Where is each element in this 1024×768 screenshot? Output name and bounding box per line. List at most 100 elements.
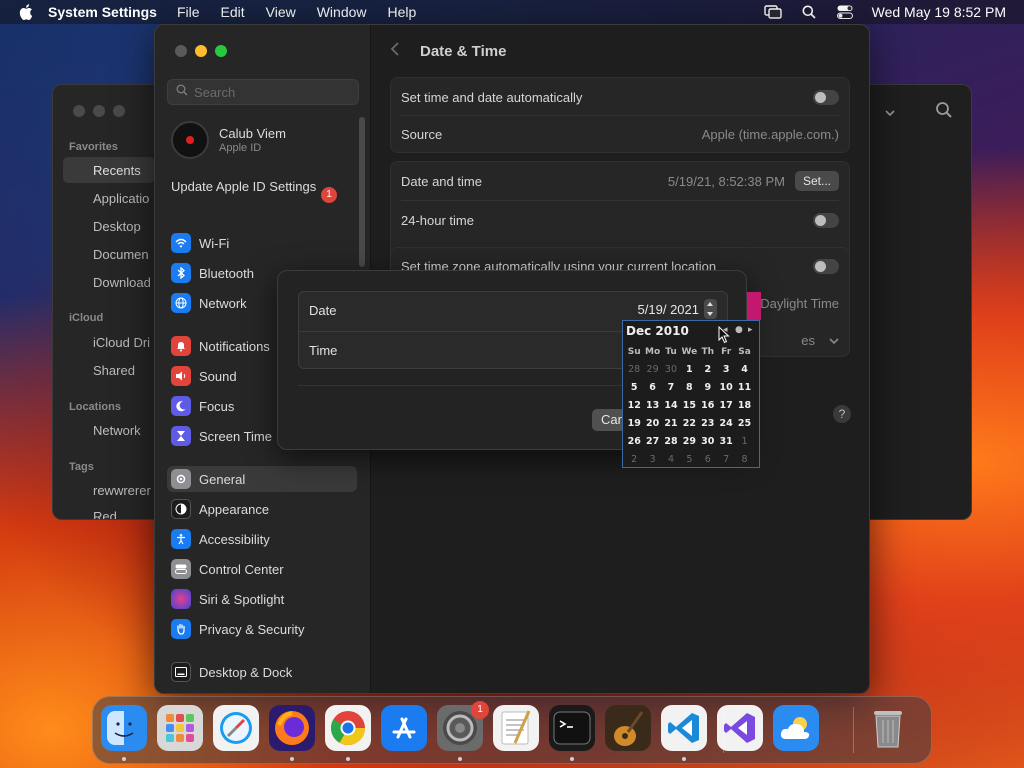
sidebar-item-wifi[interactable]: Wi-Fi — [167, 230, 357, 256]
finder-search-icon[interactable] — [935, 101, 953, 124]
calendar-day[interactable]: 4 — [662, 451, 680, 469]
calendar-day[interactable]: 11 — [735, 379, 753, 397]
finder-tag-red[interactable]: Red — [93, 509, 117, 519]
date-stepper[interactable] — [704, 299, 717, 319]
system-settings-icon[interactable]: 1 — [437, 701, 489, 751]
menu-help[interactable]: Help — [388, 4, 417, 20]
calendar-day[interactable]: 21 — [662, 415, 680, 433]
menu-clock[interactable]: Wed May 19 8:52 PM — [872, 4, 1006, 20]
calendar-day[interactable]: 13 — [643, 397, 661, 415]
menu-view[interactable]: View — [266, 4, 296, 20]
sidebar-item-general[interactable]: General — [167, 466, 357, 492]
menu-file[interactable]: File — [177, 4, 200, 20]
finder-item-shared[interactable]: Shared — [93, 363, 135, 378]
safari-icon[interactable] — [213, 705, 259, 751]
calendar-day[interactable]: 10 — [717, 379, 735, 397]
launchpad-icon[interactable] — [157, 705, 203, 751]
menu-app-name[interactable]: System Settings — [48, 4, 157, 20]
spotlight-search-icon[interactable] — [800, 4, 818, 20]
calendar-day[interactable]: 1 — [735, 433, 753, 451]
calendar-day[interactable]: 5 — [680, 451, 698, 469]
auto-timezone-toggle[interactable] — [813, 258, 839, 274]
vscode-icon[interactable] — [661, 705, 707, 751]
settings-search[interactable] — [167, 79, 359, 105]
firefox-icon[interactable] — [269, 705, 315, 751]
calendar-day[interactable]: 8 — [680, 379, 698, 397]
finder-tag-item[interactable]: rewwrerer — [93, 483, 151, 498]
garageband-icon[interactable] — [605, 705, 651, 751]
menu-window[interactable]: Window — [317, 4, 367, 20]
calendar-day[interactable]: 31 — [717, 433, 735, 451]
calendar-day[interactable]: 25 — [735, 415, 753, 433]
calendar-day[interactable]: 24 — [717, 415, 735, 433]
apple-menu-icon[interactable] — [18, 4, 34, 20]
date-field[interactable]: 5/19/ 2021 — [638, 302, 699, 317]
chevron-down-icon[interactable] — [829, 333, 839, 348]
calendar-day[interactable]: 5 — [625, 379, 643, 397]
finder-item-downloads[interactable]: Download — [93, 275, 151, 290]
sidebar-item-accessibility[interactable]: Accessibility — [167, 526, 357, 552]
set-button[interactable]: Set... — [794, 171, 839, 191]
calendar-day[interactable]: 3 — [643, 451, 661, 469]
back-chevron-icon[interactable] — [390, 41, 406, 61]
control-center-icon[interactable] — [836, 4, 854, 20]
finder-chevron-icon[interactable] — [885, 104, 895, 122]
finder-item-documents[interactable]: Documen — [93, 247, 149, 262]
calendar-day[interactable]: 12 — [625, 397, 643, 415]
calendar-day[interactable]: 23 — [699, 415, 717, 433]
calendar-day[interactable]: 27 — [643, 433, 661, 451]
calendar-day[interactable]: 16 — [699, 397, 717, 415]
finder-item-applications[interactable]: Applicatio — [93, 191, 149, 206]
calendar-day[interactable]: 6 — [699, 451, 717, 469]
calendar-day[interactable]: 30 — [699, 433, 717, 451]
sidebar-item-privacy-security[interactable]: Privacy & Security — [167, 616, 357, 642]
calendar-today-icon[interactable]: ● — [735, 325, 743, 335]
calendar-day[interactable]: 14 — [662, 397, 680, 415]
terminal-icon[interactable] — [549, 705, 595, 751]
settings-zoom-button[interactable] — [215, 45, 227, 57]
sidebar-item-siri-spotlight[interactable]: Siri & Spotlight — [167, 586, 357, 612]
finder-minimize-button[interactable] — [93, 105, 105, 117]
calendar-day[interactable]: 18 — [735, 397, 753, 415]
calendar-day[interactable]: 22 — [680, 415, 698, 433]
calendar-day[interactable]: 7 — [662, 379, 680, 397]
calendar-day[interactable]: 28 — [625, 361, 643, 379]
calendar-day[interactable]: 19 — [625, 415, 643, 433]
sidebar-scrollbar[interactable] — [359, 117, 365, 267]
finder-item-recents[interactable]: Recents — [93, 163, 141, 178]
search-input[interactable] — [194, 84, 354, 100]
calendar-day[interactable]: 17 — [717, 397, 735, 415]
24-hour-toggle[interactable] — [813, 212, 839, 228]
calendar-day[interactable]: 2 — [625, 451, 643, 469]
calendar-day[interactable]: 29 — [680, 433, 698, 451]
calendar-day[interactable]: 29 — [643, 361, 661, 379]
calendar-day[interactable]: 3 — [717, 361, 735, 379]
chrome-icon[interactable] — [325, 705, 371, 751]
finder-zoom-button[interactable] — [113, 105, 125, 117]
settings-close-button[interactable] — [175, 45, 187, 57]
apple-id-account[interactable]: Calub Viem Apple ID — [171, 121, 286, 159]
calendar-day[interactable]: 20 — [643, 415, 661, 433]
calendar-day[interactable]: 6 — [643, 379, 661, 397]
app-store-icon[interactable] — [381, 705, 427, 751]
finder-item-network[interactable]: Network — [93, 423, 141, 438]
weather-icon[interactable] — [773, 705, 819, 751]
calendar-day[interactable]: 28 — [662, 433, 680, 451]
trash-icon[interactable] — [865, 705, 911, 751]
calendar-day[interactable]: 8 — [735, 451, 753, 469]
calendar-day[interactable]: 4 — [735, 361, 753, 379]
settings-minimize-button[interactable] — [195, 45, 207, 57]
help-button[interactable]: ? — [833, 405, 851, 423]
auto-time-toggle[interactable] — [813, 89, 839, 105]
sidebar-item-control-center[interactable]: Control Center — [167, 556, 357, 582]
calendar-day[interactable]: 15 — [680, 397, 698, 415]
textedit-icon[interactable] — [493, 705, 539, 751]
calendar-day[interactable]: 26 — [625, 433, 643, 451]
closest-city-value[interactable]: es — [801, 333, 815, 348]
calendar-day[interactable]: 1 — [680, 361, 698, 379]
finder-close-button[interactable] — [73, 105, 85, 117]
calendar-day[interactable]: 9 — [699, 379, 717, 397]
calendar-day[interactable]: 2 — [699, 361, 717, 379]
calendar-next-month-icon[interactable]: ▸ — [748, 325, 753, 335]
sidebar-item-desktop-dock[interactable]: Desktop & Dock — [167, 659, 357, 685]
